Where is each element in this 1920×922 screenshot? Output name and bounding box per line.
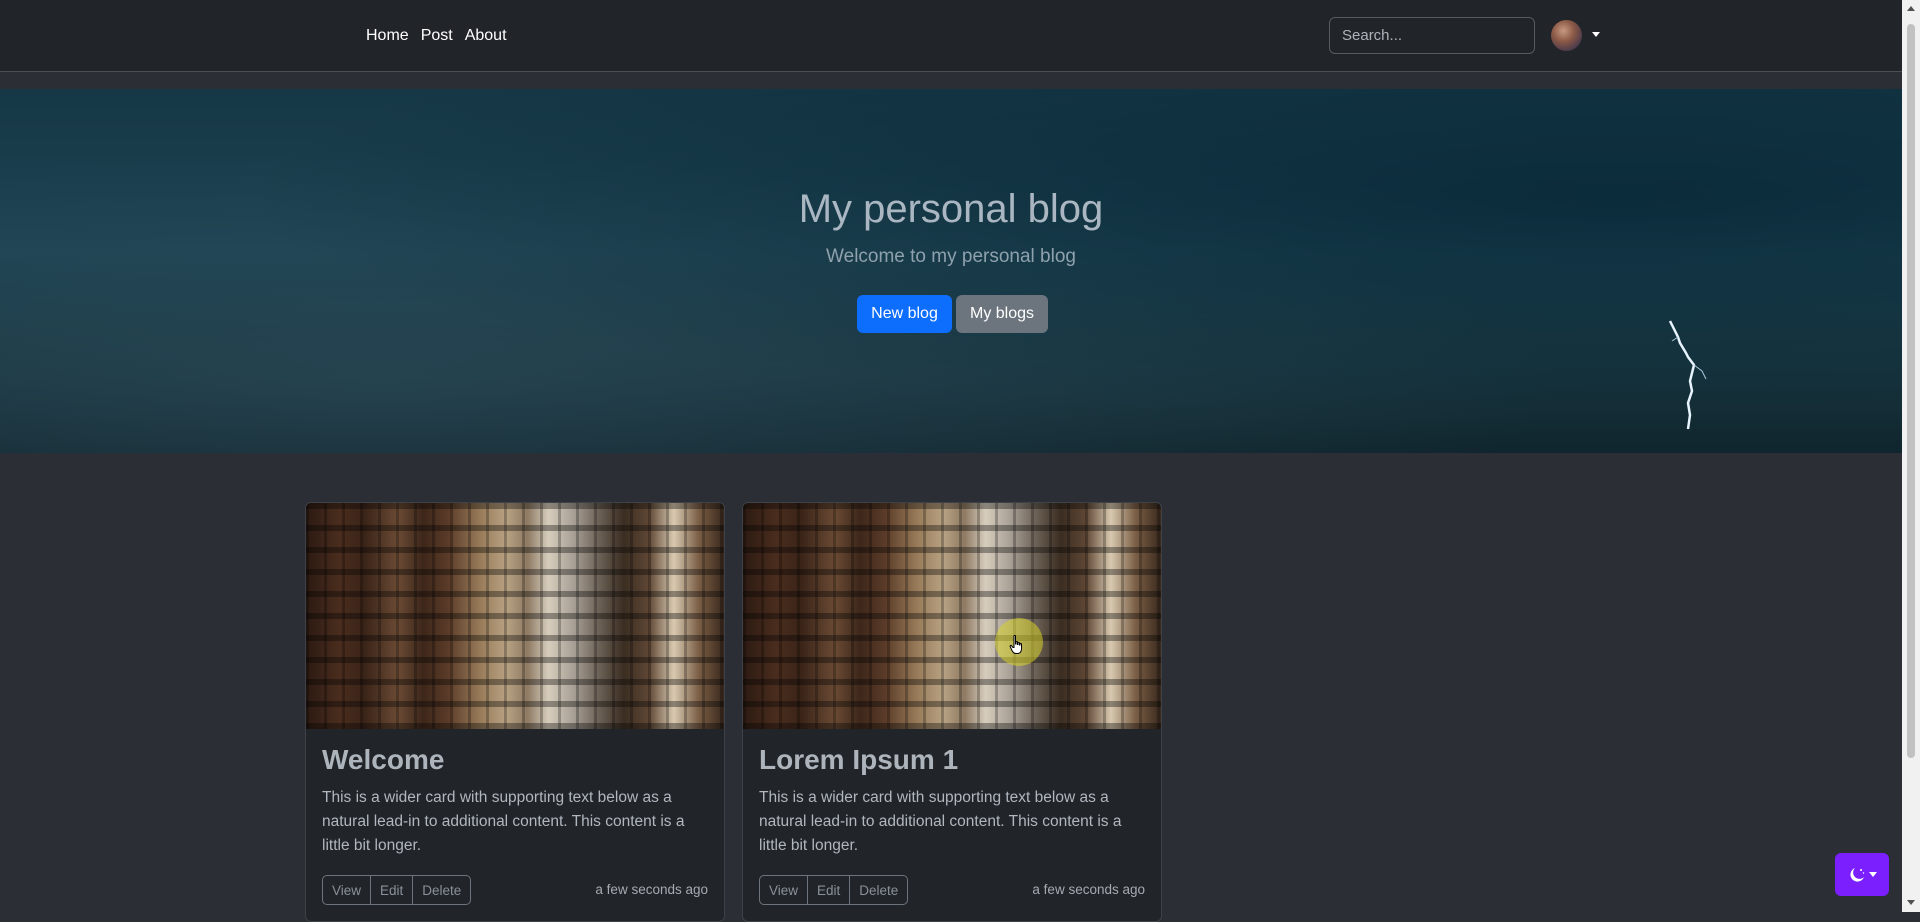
card-title: Lorem Ipsum 1 bbox=[759, 744, 959, 775]
card-footer: View Edit Delete a few seconds ago bbox=[322, 875, 708, 905]
view-button[interactable]: View bbox=[323, 876, 372, 904]
hero-subtitle: Welcome to my personal blog bbox=[826, 246, 1076, 267]
blog-card: Lorem Ipsum 1 This is a wider card with … bbox=[742, 502, 1162, 922]
delete-button[interactable]: Delete bbox=[413, 876, 470, 904]
scroll-up-icon[interactable] bbox=[1907, 6, 1915, 11]
card-image bbox=[306, 503, 724, 729]
edit-button[interactable]: Edit bbox=[808, 876, 851, 904]
delete-button[interactable]: Delete bbox=[850, 876, 907, 904]
new-blog-button[interactable]: New blog bbox=[857, 295, 952, 333]
nav-links: Home Post About bbox=[360, 0, 513, 72]
hero-banner: My personal blog Welcome to my personal … bbox=[0, 89, 1902, 453]
blog-card: Welcome This is a wider card with suppor… bbox=[305, 502, 725, 922]
card-body: Welcome This is a wider card with suppor… bbox=[306, 729, 724, 874]
moon-stars-icon bbox=[1849, 867, 1864, 882]
hand-pointer-icon bbox=[1009, 635, 1022, 654]
nav-link-post[interactable]: Post bbox=[415, 27, 459, 45]
user-avatar[interactable] bbox=[1551, 20, 1582, 51]
card-image bbox=[743, 503, 1161, 729]
caret-down-icon bbox=[1868, 871, 1877, 877]
card-actions: View Edit Delete bbox=[322, 875, 472, 905]
card-text: This is a wider card with supporting tex… bbox=[759, 788, 1122, 854]
view-button[interactable]: View bbox=[760, 876, 809, 904]
card-timestamp: a few seconds ago bbox=[595, 882, 708, 897]
nav-link-about[interactable]: About bbox=[459, 27, 513, 45]
caret-down-icon[interactable] bbox=[1592, 32, 1600, 37]
nav-link-home[interactable]: Home bbox=[360, 27, 415, 45]
scroll-thumb[interactable] bbox=[1907, 24, 1915, 758]
hero-title: My personal blog bbox=[798, 187, 1104, 231]
card-body: Lorem Ipsum 1 This is a wider card with … bbox=[743, 729, 1161, 874]
card-footer: View Edit Delete a few seconds ago bbox=[759, 875, 1145, 905]
card-actions: View Edit Delete bbox=[759, 875, 909, 905]
theme-toggle-button[interactable] bbox=[1835, 853, 1889, 896]
search-input[interactable] bbox=[1329, 17, 1535, 54]
card-text: This is a wider card with supporting tex… bbox=[322, 788, 685, 854]
my-blogs-button[interactable]: My blogs bbox=[956, 295, 1048, 333]
edit-button[interactable]: Edit bbox=[371, 876, 414, 904]
card-timestamp: a few seconds ago bbox=[1032, 882, 1145, 897]
navbar: Home Post About bbox=[0, 0, 1902, 72]
vertical-scrollbar[interactable] bbox=[1902, 0, 1920, 912]
lightning-icon bbox=[1668, 320, 1707, 430]
card-title: Welcome bbox=[322, 744, 445, 775]
hero-buttons: New blog My blogs bbox=[857, 295, 1048, 333]
scroll-down-icon[interactable] bbox=[1907, 900, 1915, 905]
